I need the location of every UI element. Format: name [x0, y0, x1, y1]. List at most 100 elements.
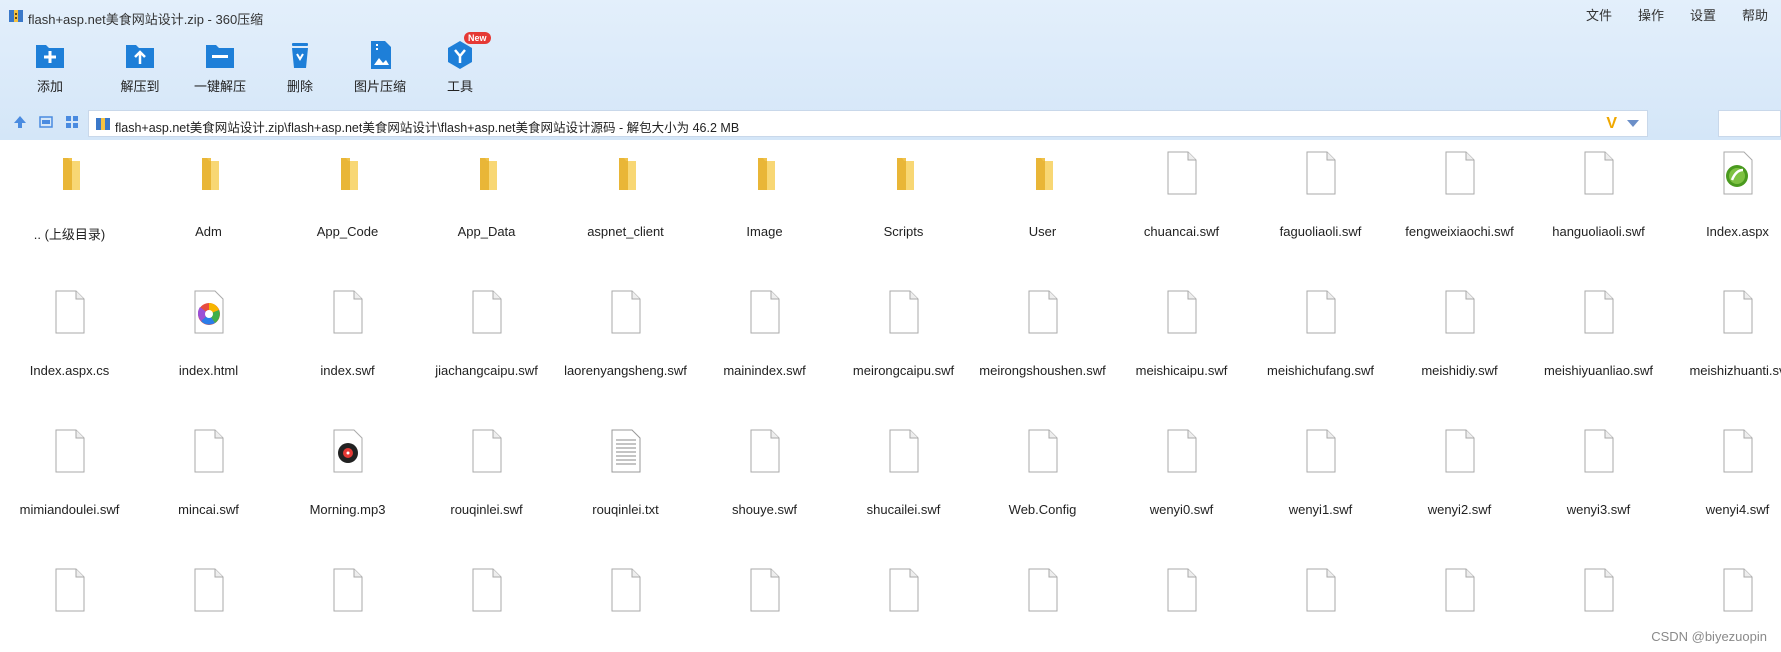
- file-icon: [1306, 429, 1335, 473]
- file-item[interactable]: meishichufang.swf: [1251, 269, 1390, 399]
- file-item[interactable]: wenyi4.swf: [1668, 408, 1781, 538]
- file-item[interactable]: mainindex.swf: [695, 269, 834, 399]
- file-item[interactable]: [1390, 547, 1529, 652]
- file-item[interactable]: [973, 547, 1112, 652]
- path-dropdown-icon[interactable]: [1627, 120, 1639, 127]
- file-item[interactable]: rouqinlei.swf: [417, 408, 556, 538]
- file-item[interactable]: User: [973, 150, 1112, 260]
- file-name: Index.aspx: [1706, 224, 1769, 239]
- file-item[interactable]: shouye.swf: [695, 408, 834, 538]
- file-item[interactable]: [556, 547, 695, 652]
- file-name: App_Data: [457, 224, 516, 239]
- file-icon: [889, 429, 918, 473]
- file-item[interactable]: aspnet_client: [556, 150, 695, 260]
- file-item[interactable]: faguoliaoli.swf: [1251, 150, 1390, 260]
- delete-button[interactable]: 删除: [260, 38, 340, 98]
- file-item[interactable]: meirongcaipu.swf: [834, 269, 973, 399]
- v-mark[interactable]: V: [1606, 115, 1617, 133]
- header: flash+asp.net美食网站设计.zip - 360压缩 文件 操作 设置…: [0, 0, 1781, 140]
- folder-icon: [1035, 158, 1053, 190]
- delete-label: 删除: [286, 79, 313, 94]
- file-item[interactable]: [834, 547, 973, 652]
- file-item[interactable]: meishiyuanliao.swf: [1529, 269, 1668, 399]
- add-button[interactable]: 添加: [0, 38, 100, 98]
- folder-icon: [618, 158, 636, 190]
- file-item[interactable]: Image: [695, 150, 834, 260]
- file-item[interactable]: [1251, 547, 1390, 652]
- file-icon: [1445, 290, 1474, 334]
- file-icon: [194, 429, 223, 473]
- menu-operate[interactable]: 操作: [1625, 6, 1677, 26]
- file-item[interactable]: chuancai.swf: [1112, 150, 1251, 260]
- file-icon: [333, 290, 362, 334]
- file-name: wenyi0.swf: [1149, 502, 1214, 517]
- file-item[interactable]: wenyi1.swf: [1251, 408, 1390, 538]
- image-compress-icon: [371, 41, 391, 69]
- file-item[interactable]: rouqinlei.txt: [556, 408, 695, 538]
- file-icon: [1723, 290, 1752, 334]
- list-view-icon[interactable]: [38, 114, 54, 130]
- menu-help[interactable]: 帮助: [1729, 6, 1781, 26]
- file-item[interactable]: mimiandoulei.swf: [0, 408, 139, 538]
- path-field[interactable]: flash+asp.net美食网站设计.zip\flash+asp.net美食网…: [88, 110, 1648, 137]
- file-item[interactable]: meishidiy.swf: [1390, 269, 1529, 399]
- file-item[interactable]: index.html: [139, 269, 278, 399]
- file-item[interactable]: jiachangcaipu.swf: [417, 269, 556, 399]
- file-name: meishicaipu.swf: [1135, 363, 1228, 378]
- file-item[interactable]: meishicaipu.swf: [1112, 269, 1251, 399]
- tools-button[interactable]: New 工具: [420, 32, 500, 98]
- file-icon: [472, 429, 501, 473]
- file-item[interactable]: hanguoliaoli.swf: [1529, 150, 1668, 260]
- file-item[interactable]: meishizhuanti.sv: [1668, 269, 1781, 399]
- file-name: rouqinlei.swf: [450, 502, 523, 517]
- title-bar: flash+asp.net美食网站设计.zip - 360压缩 文件 操作 设置…: [0, 0, 1781, 32]
- file-item[interactable]: Index.aspx.cs: [0, 269, 139, 399]
- file-name: meishiyuanliao.swf: [1543, 363, 1654, 378]
- extract-to-button[interactable]: 解压到: [100, 38, 180, 98]
- file-item[interactable]: [1529, 547, 1668, 652]
- search-input[interactable]: [1718, 110, 1781, 137]
- one-click-extract-button[interactable]: 一键解压: [180, 38, 260, 98]
- file-item[interactable]: .. (上级目录): [0, 150, 139, 260]
- image-compress-button[interactable]: 图片压缩: [340, 38, 420, 98]
- folder-icon: [757, 158, 775, 190]
- file-name: Morning.mp3: [309, 502, 386, 517]
- file-icon: [1445, 429, 1474, 473]
- file-item[interactable]: [1112, 547, 1251, 652]
- path-text: flash+asp.net美食网站设计.zip\flash+asp.net美食网…: [115, 121, 740, 135]
- file-item[interactable]: Adm: [139, 150, 278, 260]
- file-icon: [1028, 568, 1057, 612]
- file-item[interactable]: App_Data: [417, 150, 556, 260]
- grid-view-icon[interactable]: [64, 114, 80, 130]
- file-item[interactable]: [417, 547, 556, 652]
- file-icon: [1306, 568, 1335, 612]
- up-arrow-icon[interactable]: [12, 114, 28, 130]
- file-item[interactable]: [278, 547, 417, 652]
- file-item[interactable]: wenyi0.swf: [1112, 408, 1251, 538]
- file-item[interactable]: shucailei.swf: [834, 408, 973, 538]
- file-item[interactable]: Index.aspx: [1668, 150, 1781, 260]
- one-click-extract-icon: [206, 45, 234, 68]
- file-item[interactable]: fengweixiaochi.swf: [1390, 150, 1529, 260]
- file-item[interactable]: [0, 547, 139, 652]
- file-item[interactable]: Web.Config: [973, 408, 1112, 538]
- file-item[interactable]: [139, 547, 278, 652]
- file-name: aspnet_client: [587, 224, 664, 239]
- file-item[interactable]: wenyi2.swf: [1390, 408, 1529, 538]
- image-compress-label: 图片压缩: [353, 79, 406, 94]
- file-item[interactable]: laorenyangsheng.swf: [556, 269, 695, 399]
- file-item[interactable]: [695, 547, 834, 652]
- add-icon: [36, 45, 64, 68]
- file-item[interactable]: index.swf: [278, 269, 417, 399]
- file-item[interactable]: Morning.mp3: [278, 408, 417, 538]
- file-item[interactable]: Scripts: [834, 150, 973, 260]
- file-item[interactable]: App_Code: [278, 150, 417, 260]
- file-item[interactable]: meirongshoushen.swf: [973, 269, 1112, 399]
- file-name: faguoliaoli.swf: [1279, 224, 1362, 239]
- menu-file[interactable]: 文件: [1573, 6, 1625, 26]
- file-icon: [1584, 568, 1613, 612]
- file-item[interactable]: wenyi3.swf: [1529, 408, 1668, 538]
- file-item[interactable]: mincai.swf: [139, 408, 278, 538]
- audio-file-icon: [333, 429, 362, 473]
- menu-settings[interactable]: 设置: [1677, 6, 1729, 26]
